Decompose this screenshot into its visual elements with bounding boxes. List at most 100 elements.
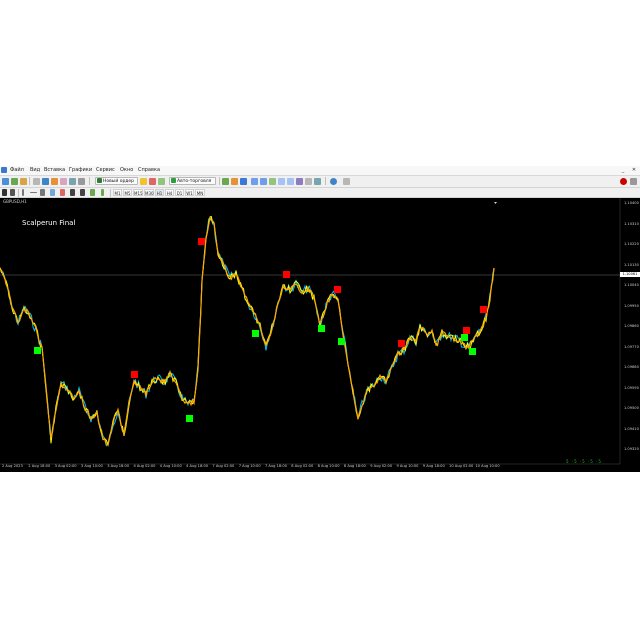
menu-tools[interactable]: Сервис: [96, 167, 115, 174]
chart-symbol-label: GBPUSD,H1: [3, 199, 27, 204]
sell-signal-marker: [480, 306, 487, 313]
help-icon[interactable]: [330, 178, 337, 185]
zoom-in-icon[interactable]: [251, 178, 258, 185]
autotrading-icon: [171, 178, 176, 183]
templates-icon[interactable]: [314, 178, 321, 185]
tile-windows-icon[interactable]: [269, 178, 276, 185]
navigator-icon[interactable]: [42, 178, 49, 185]
menu-charts[interactable]: Графики: [69, 167, 92, 174]
time-axis-tick: 8 Aug 18:00: [343, 464, 366, 468]
alert-icon[interactable]: [149, 178, 156, 185]
timeframe-mn[interactable]: MN: [195, 189, 205, 196]
timeframe-m1[interactable]: M1: [113, 189, 122, 196]
buy-signal-marker: [252, 330, 259, 337]
time-axis-tick: 3 Aug 10:00: [80, 464, 103, 468]
minimize-button[interactable]: _: [620, 167, 626, 173]
autoscroll-icon[interactable]: [287, 178, 294, 185]
chart-shift-icon[interactable]: [278, 178, 285, 185]
text-icon[interactable]: [70, 189, 75, 196]
time-axis-tick: 9 Aug 10:00: [396, 464, 419, 468]
menu-insert[interactable]: Вставка: [44, 167, 65, 174]
menu-window[interactable]: Окно: [120, 167, 133, 174]
profiles-icon[interactable]: [11, 178, 18, 185]
cursor-icon[interactable]: [2, 189, 7, 196]
timeframe-h4[interactable]: H4: [165, 189, 174, 196]
horizontal-line-icon[interactable]: [30, 192, 37, 193]
sell-signal-marker: [198, 238, 205, 245]
drawing-toolbar: M1 M5 M15 M30 H1 H4 D1 W1 MN: [0, 188, 640, 198]
timeframe-w1[interactable]: W1: [185, 189, 194, 196]
time-axis-tick: 2 Aug 2023: [2, 464, 23, 468]
history-icon[interactable]: [69, 178, 76, 185]
price-axis-tick: 1.09500: [624, 406, 639, 410]
channel-icon[interactable]: [50, 189, 55, 196]
time-axis-tick: 7 Aug 10:00: [238, 464, 261, 468]
tester-icon[interactable]: [60, 178, 67, 185]
buy-signal-marker: [461, 334, 468, 341]
indicator-line-yellow: [0, 215, 495, 447]
indicator-line-orange: [0, 215, 495, 446]
autotrading-label: Авто-торговля: [177, 179, 212, 184]
line-chart-icon[interactable]: [240, 178, 247, 185]
settings-dropdown-icon[interactable]: [343, 178, 350, 185]
timeframe-d1[interactable]: D1: [175, 189, 184, 196]
bar-chart-icon[interactable]: [222, 178, 229, 185]
chart-shift-marker-icon[interactable]: [494, 202, 497, 204]
sell-signal-marker: [283, 271, 290, 278]
timeframe-m5[interactable]: M5: [123, 189, 132, 196]
sell-signal-marker: [463, 327, 470, 334]
close-button[interactable]: ✕: [631, 167, 637, 173]
current-price-tag: 1.10061: [620, 272, 640, 277]
timeframe-h1[interactable]: H1: [155, 189, 164, 196]
trendline-icon[interactable]: [40, 189, 45, 196]
chart-status-text: 5 ·5 ·5 ·5 ·5: [566, 459, 602, 464]
fibonacci-icon[interactable]: [60, 189, 65, 196]
price-axis-tick: 1.09590: [624, 385, 639, 390]
time-axis-tick: 2 Aug 18:00: [28, 464, 51, 468]
autotrading-button[interactable]: Авто-торговля: [169, 177, 216, 185]
community-icon[interactable]: [630, 178, 637, 185]
menu-file[interactable]: Файл: [10, 167, 24, 174]
time-axis-tick: 10 Aug 02:00: [449, 464, 474, 468]
terminal-icon[interactable]: [51, 178, 58, 185]
buy-signal-marker: [186, 415, 193, 422]
buy-signal-marker: [34, 347, 41, 354]
menu-bar: Файл Вид Вставка Графики Сервис Окно Спр…: [0, 166, 640, 176]
price-axis-tick: 1.09770: [624, 344, 639, 349]
label-icon[interactable]: [80, 189, 85, 196]
price-axis-tick: 1.10400: [624, 201, 639, 205]
indicator-name-label: Scalperun Final: [22, 219, 76, 227]
zoom-out-icon[interactable]: [260, 178, 267, 185]
price-axis-tick: 1.10310: [624, 221, 639, 226]
timeframe-m30[interactable]: M30: [144, 189, 154, 196]
time-axis-tick: 4 Aug 02:00: [133, 464, 156, 468]
time-axis-tick: 9 Aug 18:00: [422, 464, 445, 468]
new-chart-icon[interactable]: [2, 178, 9, 185]
buy-signal-marker: [338, 338, 345, 345]
new-order-label: Новый ордер: [103, 179, 135, 184]
candlestick-icon[interactable]: [231, 178, 238, 185]
menu-help[interactable]: Справка: [138, 167, 160, 174]
menu-view[interactable]: Вид: [30, 167, 40, 174]
new-order-icon: [97, 178, 102, 183]
periods-icon[interactable]: [305, 178, 312, 185]
standard-toolbar: Новый ордер Авто-торговля: [0, 176, 640, 188]
buy-signal-marker: [318, 325, 325, 332]
options-icon[interactable]: [158, 178, 165, 185]
mt4-window: Файл Вид Вставка Графики Сервис Окно Спр…: [0, 166, 640, 472]
market-watch-icon[interactable]: [20, 178, 27, 185]
price-axis-tick: 1.09680: [624, 365, 639, 369]
arrows-dropdown-icon[interactable]: [101, 189, 104, 196]
objects-icon[interactable]: [78, 178, 85, 185]
timeframe-m15[interactable]: M15: [133, 189, 143, 196]
arrows-icon[interactable]: [90, 189, 95, 196]
crosshair-icon[interactable]: [10, 189, 15, 196]
vertical-line-icon[interactable]: [22, 189, 24, 196]
metaeditor-icon[interactable]: [140, 178, 147, 185]
price-chart[interactable]: GBPUSD,H1 Scalperun Final 5 ·5 ·5 ·5 ·5 …: [0, 198, 640, 472]
search-icon[interactable]: [620, 178, 627, 185]
indicators-icon[interactable]: [296, 178, 303, 185]
price-axis-tick: 1.10220: [624, 242, 639, 246]
data-window-icon[interactable]: [33, 178, 40, 185]
new-order-button[interactable]: Новый ордер: [95, 177, 138, 185]
